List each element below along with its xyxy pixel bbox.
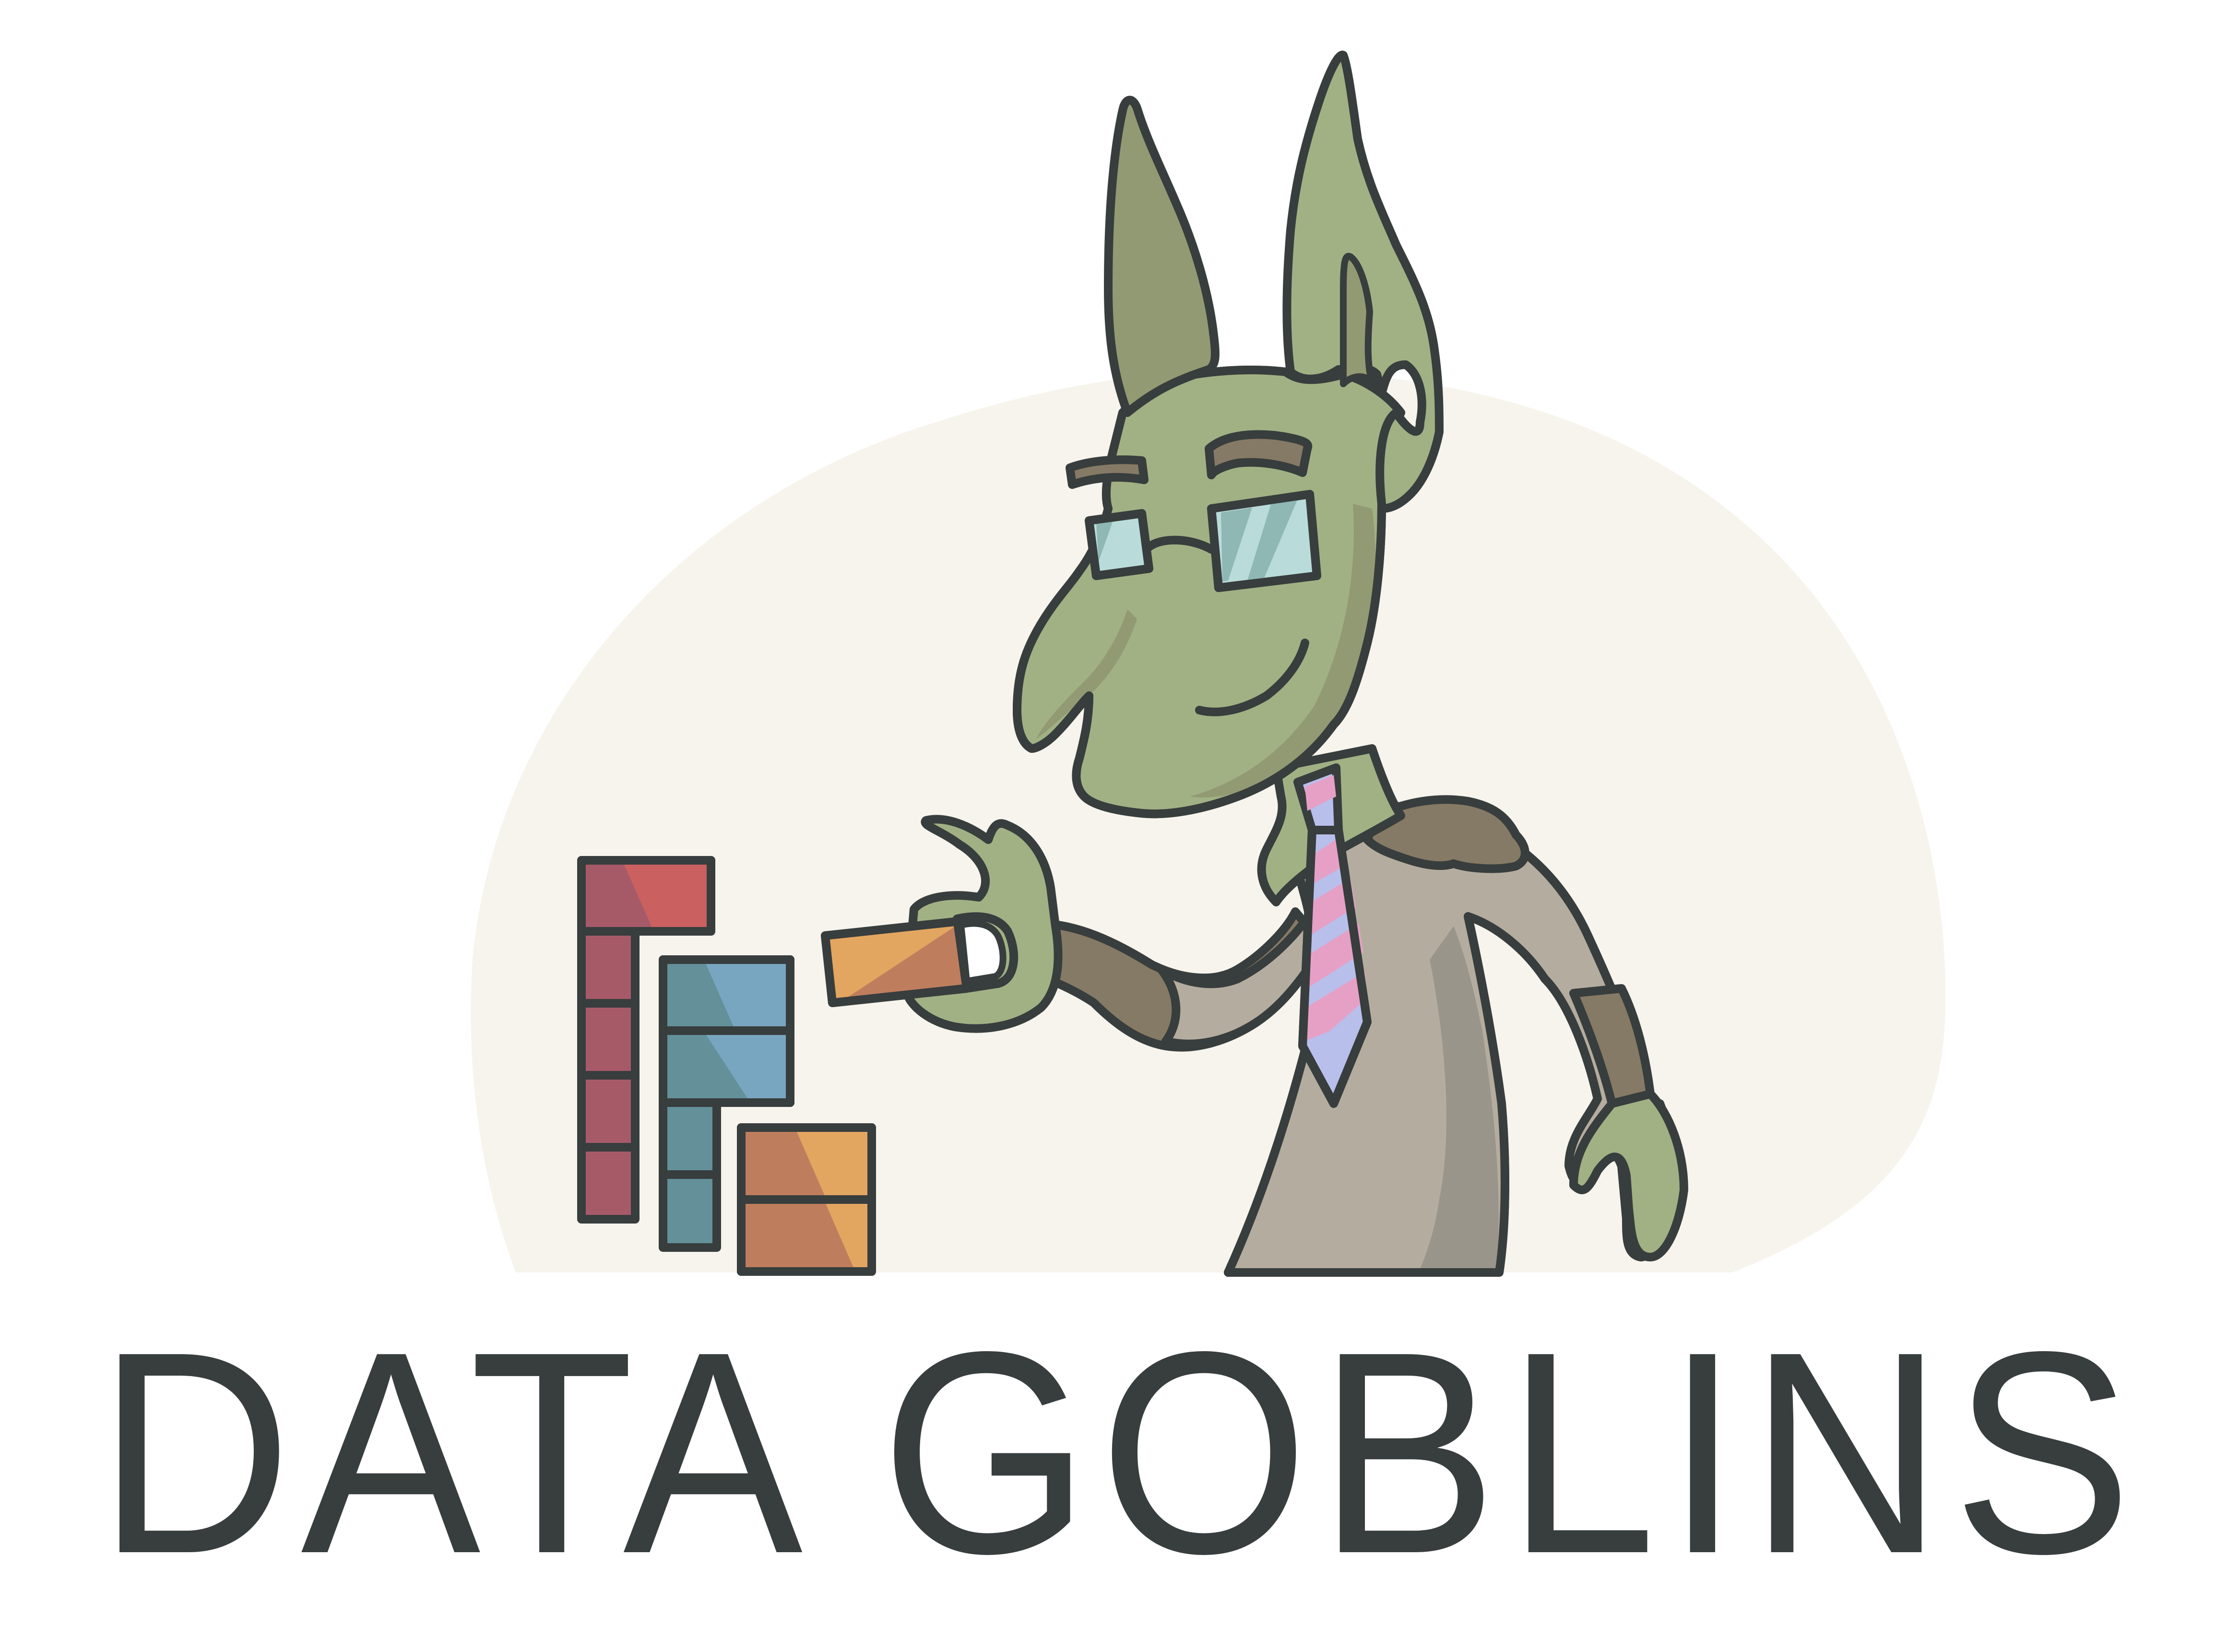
orange-bar-column [737,1123,876,1276]
data-goblins-logo: DATA GOBLINS [0,0,2239,1652]
goblin-thumb-nail [958,920,1007,985]
wordmark-text: DATA GOBLINS [97,1292,2141,1614]
wordmark: DATA GOBLINS [97,1292,2141,1614]
data-block-icon [821,917,971,1007]
logo-artwork: DATA GOBLINS [97,50,2141,1614]
goblin-left-ear [1104,95,1220,417]
goblin-left-eyebrow [1066,455,1149,489]
